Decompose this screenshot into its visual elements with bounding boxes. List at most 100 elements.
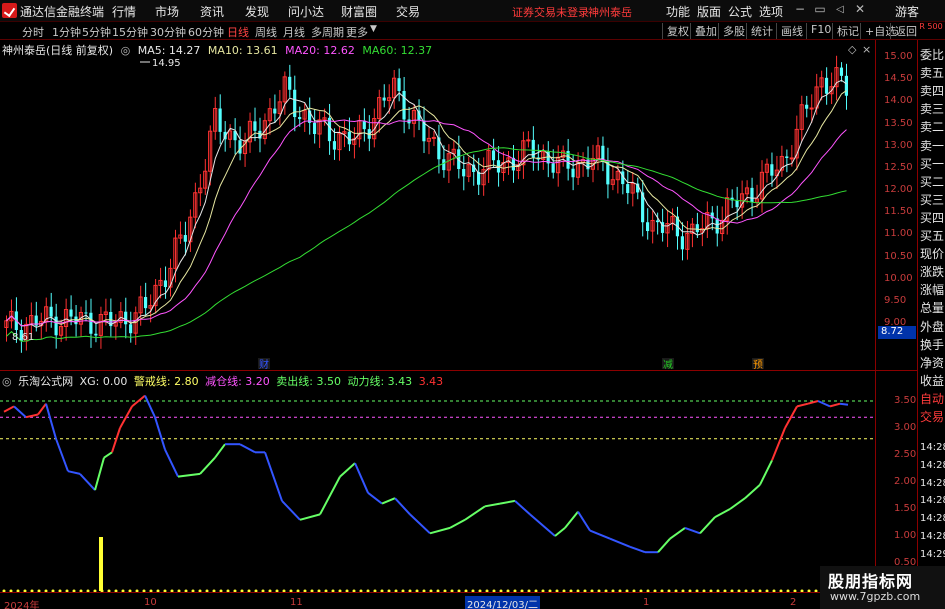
ma60-label: MA60: 12.37 xyxy=(362,44,433,57)
sidebar-item[interactable]: 现价 xyxy=(920,245,944,262)
sidebar-item[interactable]: 外盘 xyxy=(920,318,944,335)
restore-icon[interactable]: ▭ xyxy=(812,2,828,18)
price-tick: 9.00 xyxy=(884,317,907,328)
period-1min[interactable]: 1分钟 xyxy=(52,24,81,40)
indicator-settings-icon[interactable]: ◎ xyxy=(2,375,12,388)
sidebar-item[interactable]: 买五 xyxy=(920,227,944,244)
stats-button[interactable]: 统计 xyxy=(746,23,773,39)
sidebar-item[interactable]: 卖二 xyxy=(920,118,944,135)
sidebar-item[interactable]: 买四 xyxy=(920,209,944,226)
fuquan-button[interactable]: 复权 xyxy=(662,23,689,39)
guest-label[interactable]: 游客 xyxy=(895,3,919,20)
candle-body xyxy=(646,222,650,232)
candle-body xyxy=(347,131,351,145)
menu-zixun[interactable]: 资讯 xyxy=(200,3,224,20)
power-line-segment xyxy=(829,402,841,408)
overlay-button[interactable]: 叠加 xyxy=(690,23,717,39)
period-60min[interactable]: 60分钟 xyxy=(188,24,224,40)
power-line-segment xyxy=(449,518,466,529)
power-line-segment xyxy=(669,527,686,540)
period-weekly[interactable]: 周线 xyxy=(255,24,277,40)
sidebar-item[interactable]: 卖一 xyxy=(920,137,944,154)
period-more[interactable]: 更多 xyxy=(346,24,368,40)
corner-r500: R 500 xyxy=(919,22,943,31)
watermark-url: www.7gpzb.com xyxy=(830,590,921,603)
menu-hangqing[interactable]: 行情 xyxy=(112,3,136,20)
menu-wenxiaoda[interactable]: 问小达 xyxy=(288,3,324,20)
power-line-segment xyxy=(214,443,226,459)
sidebar-item[interactable]: 收益 xyxy=(920,372,944,389)
event-marker: 减 xyxy=(663,359,673,370)
kline-chart[interactable]: 14.95 8.61 财 减 预 xyxy=(0,40,875,370)
sidebar-item[interactable]: 委比 xyxy=(920,46,944,63)
period-monthly[interactable]: 月线 xyxy=(283,24,305,40)
minimize-icon[interactable]: − xyxy=(792,2,808,18)
sidebar-item[interactable]: 买二 xyxy=(920,173,944,190)
back-button[interactable]: 返回 xyxy=(890,23,917,39)
period-30min[interactable]: 30分钟 xyxy=(150,24,186,40)
candle-body xyxy=(332,141,337,150)
power-line-segment xyxy=(3,405,15,413)
indicator-tick: 1.00 xyxy=(894,530,917,541)
sidebar-item[interactable]: 自动 xyxy=(920,390,944,407)
chevron-down-icon[interactable]: ▼ xyxy=(370,24,377,34)
low-price-label: 8.61 xyxy=(12,332,34,343)
period-fenshi[interactable]: 分时 xyxy=(22,24,44,40)
menu-caifuquan[interactable]: 财富圈 xyxy=(341,3,377,20)
candle-body xyxy=(253,121,257,131)
trade-time: 14:28 xyxy=(920,459,945,471)
candle-body xyxy=(715,218,719,234)
candle-body xyxy=(183,235,187,242)
current-stock-name: 神州泰岳 xyxy=(588,6,632,19)
login-notice[interactable]: 证券交易未登录 xyxy=(512,4,589,20)
period-daily[interactable]: 日线 xyxy=(227,24,249,40)
xg-signal-bar xyxy=(99,537,103,591)
candle-body xyxy=(491,150,496,161)
period-multi[interactable]: 多周期 xyxy=(311,24,344,40)
multi-stock-button[interactable]: 多股 xyxy=(718,23,745,39)
price-tick: 14.00 xyxy=(884,95,913,107)
sound-icon[interactable]: ◁ xyxy=(832,4,848,20)
close-icon[interactable]: ✕ xyxy=(852,2,868,18)
sidebar-item[interactable]: 涨跌 xyxy=(920,263,944,280)
power-line-segment xyxy=(577,511,591,532)
sidebar-item[interactable]: 买一 xyxy=(920,155,944,172)
chart-close-icon[interactable]: × xyxy=(862,43,871,56)
sidebar-item[interactable]: 卖四 xyxy=(920,82,944,99)
chart-settings-icon[interactable]: ◎ xyxy=(121,44,131,57)
period-15min[interactable]: 15分钟 xyxy=(112,24,148,40)
f10-button[interactable]: F10 xyxy=(806,23,831,39)
sidebar-item[interactable]: 净资 xyxy=(920,354,944,371)
menu-shichang[interactable]: 市场 xyxy=(155,3,179,20)
sidebar-item[interactable]: 交易 xyxy=(920,408,944,425)
trade-time: 14:28 xyxy=(920,495,945,507)
mark-button[interactable]: 标记 xyxy=(832,23,859,39)
menu-banmian[interactable]: 版面 xyxy=(697,3,721,20)
sidebar-item[interactable]: 涨幅 xyxy=(920,281,944,298)
sidebar-item[interactable]: 换手 xyxy=(920,336,944,353)
candle-body xyxy=(312,122,317,135)
price-tick: 9.50 xyxy=(884,294,907,306)
high-price-label: 14.95 xyxy=(152,58,181,69)
sidebar-item[interactable]: 卖五 xyxy=(920,64,944,81)
sell-line-label: 卖出线: 3.50 xyxy=(276,375,341,388)
indicator-tick: 2.50 xyxy=(894,449,917,460)
sidebar-item[interactable]: 卖三 xyxy=(920,100,944,117)
sidebar-item[interactable]: 总量 xyxy=(920,299,944,316)
power-line-segment xyxy=(67,470,81,475)
menu-gongneng[interactable]: 功能 xyxy=(666,3,690,20)
period-5min[interactable]: 5分钟 xyxy=(82,24,111,40)
indicator-panel[interactable] xyxy=(0,370,875,593)
menu-gongshi[interactable]: 公式 xyxy=(728,3,752,20)
menu-xuanxiang[interactable]: 选项 xyxy=(759,3,783,20)
menu-jiaoyi[interactable]: 交易 xyxy=(396,3,420,20)
power-line-segment xyxy=(817,400,831,408)
power-line-segment xyxy=(199,457,216,475)
power-line-segment xyxy=(367,492,383,505)
menu-faxian[interactable]: 发现 xyxy=(245,3,269,20)
candle-body xyxy=(74,316,78,325)
candle-body xyxy=(805,104,809,109)
draw-button[interactable]: 画线 xyxy=(776,23,803,39)
chart-diamond-icon[interactable]: ◇ xyxy=(848,43,856,56)
sidebar-item[interactable]: 买三 xyxy=(920,191,944,208)
